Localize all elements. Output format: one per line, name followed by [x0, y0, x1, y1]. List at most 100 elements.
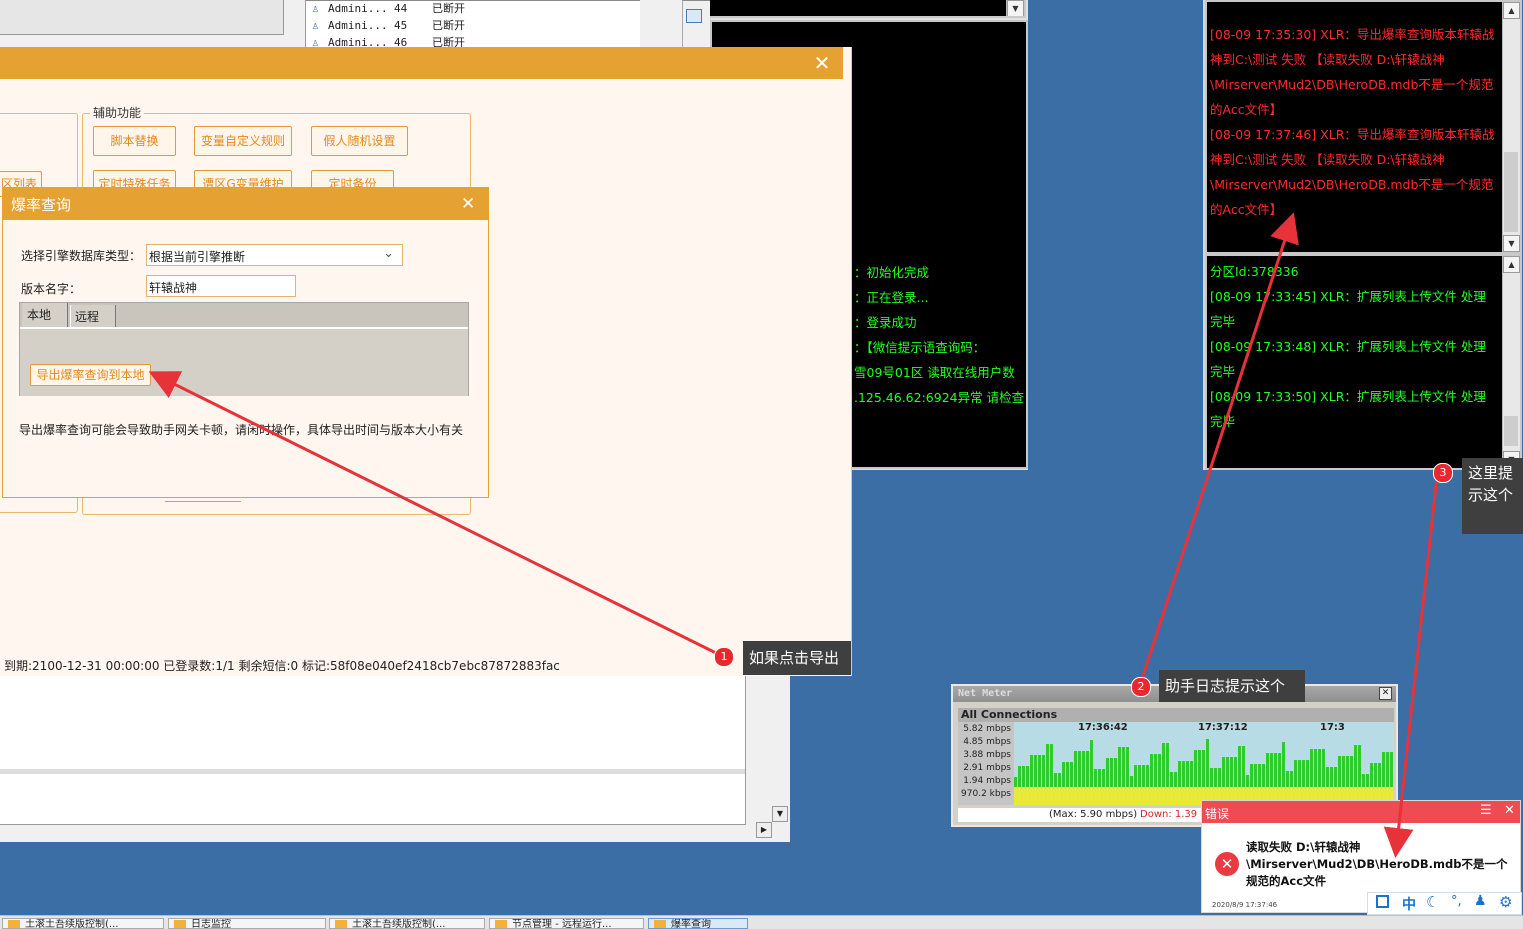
traffic-bar [1122, 747, 1125, 787]
traffic-bar [1154, 754, 1157, 787]
traffic-bar [1346, 756, 1349, 787]
traffic-bar-upload [1122, 787, 1125, 805]
scroll-down-arrow[interactable]: ▼ [1007, 0, 1024, 16]
traffic-bar [1298, 760, 1301, 787]
scroll-thumb[interactable] [1504, 416, 1518, 446]
traffic-bar-upload [1066, 787, 1069, 805]
chevron-down-icon[interactable]: ⌄ [383, 246, 394, 261]
traffic-bar [1130, 776, 1133, 787]
traffic-bar-upload [1070, 787, 1073, 805]
log-line: .125.46.62:6924异常 请检查 [854, 390, 1025, 405]
connection-row[interactable]: ♙ Admini... 44 已断开 [312, 0, 641, 17]
export-note: 导出爆率查询可能会导致助手网关卡顿，请闲时操作，具体导出时间与版本大小有关 [19, 423, 464, 437]
close-icon[interactable]: ✕ [812, 53, 832, 73]
traffic-bar [1142, 765, 1145, 787]
traffic-bar-upload [1094, 787, 1097, 805]
callout-3-badge: 3 [1433, 463, 1453, 483]
traffic-bar [1114, 758, 1117, 787]
traffic-bar [1034, 755, 1037, 787]
traffic-bar [1078, 751, 1081, 787]
traffic-bar-upload [1186, 787, 1189, 805]
user-icon[interactable]: ♟ [1474, 893, 1487, 909]
close-icon[interactable]: ✕ [461, 194, 475, 214]
version-input[interactable]: 轩辕战神 [146, 275, 296, 297]
export-to-local-button[interactable]: 导出爆率查询到本地 [30, 364, 151, 386]
taskbar-item-2[interactable]: 日志监控 [168, 918, 326, 929]
error-timestamp: 2020/8/9 17:37:46 [1212, 901, 1278, 909]
y-axis-label: 970.2 kbps [961, 789, 1011, 799]
traffic-bar-upload [1030, 787, 1033, 805]
log-line: 神到C:\测试 失败 【读取失败 D:\轩辕战神 [1210, 152, 1445, 167]
bot-random-settings-button[interactable]: 假人随机设置 [311, 126, 408, 156]
traffic-bar [1322, 749, 1325, 787]
traffic-bar [1286, 771, 1289, 787]
connection-row[interactable]: ♙ Admini... 45 已断开 [312, 17, 641, 34]
traffic-bar [1190, 761, 1193, 787]
traffic-bar [1162, 743, 1165, 787]
connection-list: ♙ Admini... 44 已断开 ♙ Admini... 45 已断开 ♙ Admini...… [305, 0, 642, 52]
punctuation-icon[interactable]: °, [1451, 894, 1462, 909]
traffic-bar [1342, 756, 1345, 787]
variable-rules-button[interactable]: 变量自定义规则 [194, 126, 292, 156]
traffic-bar [1106, 758, 1109, 787]
script-replace-button[interactable]: 脚本替换 [93, 126, 176, 156]
traffic-bar [1334, 767, 1337, 787]
traffic-bar [1038, 755, 1041, 787]
auxiliary-functions-label: 辅助功能 [90, 104, 145, 121]
log-top-scrollbar[interactable]: ▲ ▼ [1502, 2, 1520, 252]
traffic-bar [1174, 772, 1177, 787]
taskbar-item-3[interactable]: 土滚土吾续版控制(... [329, 918, 485, 929]
log-line: ：【微信提示语查询码： [854, 340, 986, 355]
scroll-down-arrow[interactable]: ▼ [772, 806, 788, 822]
tab-remote[interactable]: 远程 [70, 305, 116, 327]
arrow-3 [1383, 475, 1439, 858]
traffic-bar [1082, 751, 1085, 787]
traffic-bar [1330, 767, 1333, 787]
ime-chinese-label[interactable]: 中 [1402, 894, 1416, 914]
query-dialog-title: 爆率查询 [11, 196, 72, 214]
tab-local[interactable]: 本地 [22, 303, 68, 327]
traffic-bar [1358, 745, 1361, 787]
log-pane-scrollbar[interactable]: ▼ [1006, 0, 1024, 16]
traffic-bar [1238, 746, 1241, 787]
menu-icon[interactable]: ☰ [1480, 803, 1492, 818]
log-line: 完毕 [1210, 314, 1236, 329]
db-type-select[interactable]: 根据当前引擎推断 ⌄ [146, 244, 403, 266]
ime-toolbar: 中 ☾ °, ♟ ⚙ [1367, 892, 1522, 915]
error-popup-title: 错误 [1205, 807, 1230, 821]
taskbar-item-5[interactable]: 爆率查询 [648, 918, 748, 929]
traffic-bar [1026, 766, 1029, 787]
traffic-bar [1382, 752, 1385, 787]
scroll-up-arrow[interactable]: ▲ [1503, 2, 1520, 19]
query-dialog-titlebar: 爆率查询 ✕ [3, 188, 488, 220]
traffic-bar [1366, 774, 1369, 787]
scroll-right-arrow[interactable]: ▶ [756, 822, 772, 838]
traffic-bar-upload [1150, 787, 1153, 805]
panel-icon[interactable] [686, 9, 702, 23]
traffic-bar [1262, 764, 1265, 787]
scroll-thumb[interactable] [1504, 152, 1518, 232]
close-icon[interactable]: ✕ [1379, 687, 1392, 700]
close-icon[interactable]: ✕ [1504, 803, 1515, 818]
gear-icon[interactable]: ⚙ [1499, 893, 1512, 911]
scroll-down-arrow[interactable]: ▼ [1503, 235, 1520, 252]
edit-icon[interactable] [1376, 895, 1389, 908]
connection-status: 已断开 [432, 19, 465, 32]
taskbar-item-4[interactable]: 节点管理 - 远程运行... [489, 918, 644, 929]
traffic-bar [1194, 750, 1197, 787]
taskbar-item-1[interactable]: 土滚土吾续版控制(... [2, 918, 164, 929]
moon-icon[interactable]: ☾ [1426, 893, 1439, 911]
traffic-bar-upload [1074, 787, 1077, 805]
traffic-bar [1386, 752, 1389, 787]
log-line: [08-09 17:33:45] XLR：扩展列表上传文件 处理 [1210, 289, 1486, 304]
traffic-bar [1070, 762, 1073, 787]
traffic-bar-upload [1054, 787, 1057, 805]
time-label: 17:37:12 [1198, 722, 1248, 733]
y-axis-label: 2.91 mbps [963, 763, 1011, 773]
traffic-bar [1126, 747, 1129, 787]
background-window-inner [0, 0, 284, 35]
scroll-up-arrow[interactable]: ▲ [1503, 256, 1520, 273]
log-bottom-scrollbar[interactable]: ▲ ▼ [1502, 256, 1520, 468]
traffic-bar [1054, 773, 1057, 787]
traffic-bar [1030, 755, 1033, 787]
